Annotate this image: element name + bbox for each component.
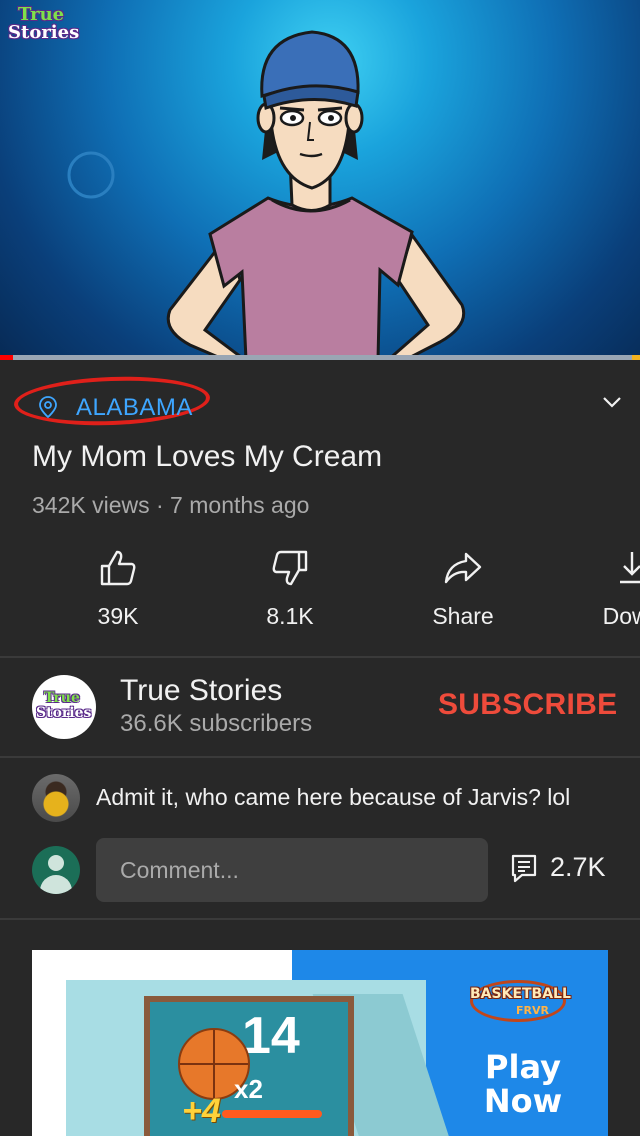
comment-box[interactable] [96,838,488,902]
location-label: ALABAMA [76,394,193,421]
chevron-down-icon[interactable] [600,392,624,412]
avatar-line-2: Stories [36,705,92,721]
thumbs-up-icon [100,550,136,586]
ad-multiplier: x2 [234,1074,263,1104]
download-button[interactable]: Down [562,548,640,638]
divider [0,918,640,920]
like-button[interactable]: 39K [48,548,188,638]
top-comment[interactable]: Admit it, who came here because of Jarvi… [96,784,570,811]
video-thumbnail-illustration [67,30,466,360]
share-icon [444,552,482,584]
channel-avatar[interactable]: True Stories [32,675,96,739]
progress-played [0,355,13,360]
video-meta: 342K views · 7 months ago [32,492,310,518]
comment-input[interactable] [96,838,488,902]
dislike-count: 8.1K [266,603,314,629]
ad-score: 14 [242,1007,300,1065]
location-pin-icon [39,396,57,419]
channel-logo-overlay: True Stories [6,4,80,44]
progress-bar[interactable] [0,355,640,360]
user-avatar [32,846,80,894]
divider [0,656,640,658]
divider [0,756,640,758]
ad-play-now[interactable]: Play Now [468,1050,578,1118]
ad-brand-line-1: BASKETBALL [470,986,571,1002]
ad-brand-line-2: FRVR [516,1004,549,1017]
like-count: 39K [97,603,139,629]
share-label: Share [432,603,494,629]
commenter-avatar [32,774,80,822]
avatar-line-1: True [44,690,80,706]
ad-brand-logo: BASKETBALL FRVR [470,980,571,1026]
ad-rim [222,1110,322,1118]
download-icon [620,552,640,584]
share-button[interactable]: Share [393,548,533,638]
video-title: My Mom Loves My Cream [32,440,383,473]
comment-count: 2.7K [550,852,606,882]
subscribe-button[interactable]: SUBSCRIBE [438,688,617,722]
download-label: Down [602,603,640,629]
logo-line-2: Stories [8,22,80,43]
subscriber-count: 36.6K subscribers [120,710,313,737]
thumbs-down-icon [272,550,308,586]
video-player[interactable]: True Stories [0,0,640,360]
location-tag[interactable]: ALABAMA [13,373,214,433]
ad-bonus: +4 [182,1092,221,1130]
channel-name[interactable]: True Stories [120,674,282,708]
progress-marker [632,355,640,360]
comments-icon[interactable] [510,853,538,883]
dislike-button[interactable]: 8.1K [220,548,360,638]
ad-banner[interactable]: 14 x2 +4 BASKETBALL FRVR Play Now [32,950,608,1136]
